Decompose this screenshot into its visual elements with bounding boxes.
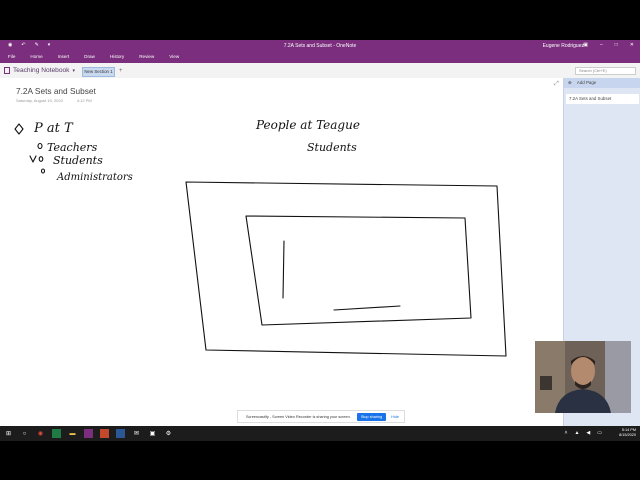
ink-item-administrators: Administrators xyxy=(56,172,133,183)
volume-icon[interactable]: ◀ xyxy=(586,430,590,436)
word-icon[interactable] xyxy=(116,429,125,438)
file-explorer-icon[interactable]: ▬ xyxy=(68,429,77,438)
notebook-selector[interactable]: Teaching Notebook ▾ xyxy=(4,66,75,75)
chrome-icon[interactable]: ◉ xyxy=(36,429,45,438)
screen-share-bar: Screencastify - Screen Video Recorder is… xyxy=(237,410,405,423)
system-tray: ˄ ▲ ◀ ▭ xyxy=(565,430,602,436)
ink-drawing: P at T Teachers Students Administrators … xyxy=(14,118,507,357)
title-bar: ◉ ↶ ✎ ▾ 7.2A Sets and Subset - OneNote E… xyxy=(0,40,640,51)
window-controls: ▣ – □ ✕ xyxy=(583,42,634,48)
ink-bullet-admin xyxy=(40,168,46,174)
hide-button[interactable]: Hide xyxy=(391,415,399,419)
taskbar-clock[interactable]: 5:14 PM 8/15/2020 xyxy=(619,428,636,438)
onenote-icon[interactable] xyxy=(84,429,93,438)
tab-file[interactable]: File xyxy=(8,54,15,59)
notebook-icon xyxy=(4,67,10,74)
chevron-down-icon: ▾ xyxy=(72,67,75,74)
notebook-nav: Teaching Notebook ▾ New Section 1 + Sear… xyxy=(0,63,640,79)
ribbon-display-icon[interactable]: ▣ xyxy=(583,42,588,48)
webcam-overlay xyxy=(535,341,631,413)
ink-outer-box xyxy=(185,181,507,357)
clock-date: 8/15/2020 xyxy=(619,433,636,437)
ink-diamond-bullet xyxy=(14,123,24,135)
ink-heading: P at T xyxy=(33,121,74,136)
photos-icon[interactable]: ▣ xyxy=(148,429,157,438)
notebook-name: Teaching Notebook xyxy=(13,67,70,74)
windows-start-icon[interactable]: ⊞ xyxy=(4,429,13,438)
powerpoint-icon[interactable] xyxy=(100,429,109,438)
ink-bullet-students xyxy=(38,156,44,162)
add-section-button[interactable]: + xyxy=(119,68,123,74)
search-input[interactable]: Search (Ctrl+E) xyxy=(575,67,636,75)
tab-insert[interactable]: Insert xyxy=(58,54,70,59)
network-icon[interactable]: ▲ xyxy=(574,430,579,436)
ink-bullet-teachers xyxy=(37,142,43,150)
page-list-item[interactable]: 7.2A Sets and Subset xyxy=(566,94,639,104)
section-tab[interactable]: New Section 1 xyxy=(82,67,115,77)
share-message: Screencastify - Screen Video Recorder is… xyxy=(246,414,351,419)
ink-outer-box-label: People at Teague xyxy=(255,118,360,132)
tab-draw[interactable]: Draw xyxy=(84,54,95,59)
ink-item-teachers: Teachers xyxy=(47,141,98,154)
tab-review[interactable]: Review xyxy=(139,54,154,59)
top-letterbox xyxy=(0,0,640,40)
ink-underline-mark xyxy=(333,305,401,311)
ink-vertical-mark xyxy=(282,240,285,299)
add-page-label: Add Page xyxy=(576,80,597,85)
bottom-letterbox xyxy=(0,441,640,480)
search-icon[interactable]: ○ xyxy=(20,429,29,438)
excel-icon[interactable] xyxy=(52,429,61,438)
tab-history[interactable]: History xyxy=(110,54,124,59)
mail-icon[interactable]: ✉ xyxy=(132,429,141,438)
ink-check-students xyxy=(29,155,37,163)
maximize-icon[interactable]: □ xyxy=(615,42,618,48)
settings-icon[interactable]: ⚙ xyxy=(164,429,173,438)
ink-item-students: Students xyxy=(53,154,103,167)
minimize-icon[interactable]: – xyxy=(600,42,603,48)
plus-icon: ⊕ xyxy=(568,80,572,85)
battery-icon[interactable]: ▭ xyxy=(597,430,602,436)
webcam-image xyxy=(535,341,631,413)
user-name[interactable]: Eugene Rodriguez xyxy=(543,43,584,49)
page-canvas[interactable]: 7.2A Sets and Subset Saturday, August 15… xyxy=(0,78,563,426)
chevron-up-icon[interactable]: ˄ xyxy=(565,430,568,436)
tab-home[interactable]: Home xyxy=(30,54,42,59)
taskbar: ⊞ ○ ◉ ▬ ✉ ▣ ⚙ ˄ ▲ ◀ ▭ 5:14 PM 8/15/2020 xyxy=(0,426,640,441)
close-icon[interactable]: ✕ xyxy=(630,42,634,48)
tab-view[interactable]: View xyxy=(169,54,179,59)
ribbon-tabs: File Home Insert Draw History Review Vie… xyxy=(8,54,179,59)
ribbon: File Home Insert Draw History Review Vie… xyxy=(0,51,640,63)
taskbar-icons: ⊞ ○ ◉ ▬ ✉ ▣ ⚙ xyxy=(4,429,173,438)
ink-inner-box-label: Students xyxy=(307,141,357,154)
stop-sharing-button[interactable]: Stop sharing xyxy=(356,412,387,421)
add-page-button[interactable]: ⊕ Add Page xyxy=(564,78,640,88)
